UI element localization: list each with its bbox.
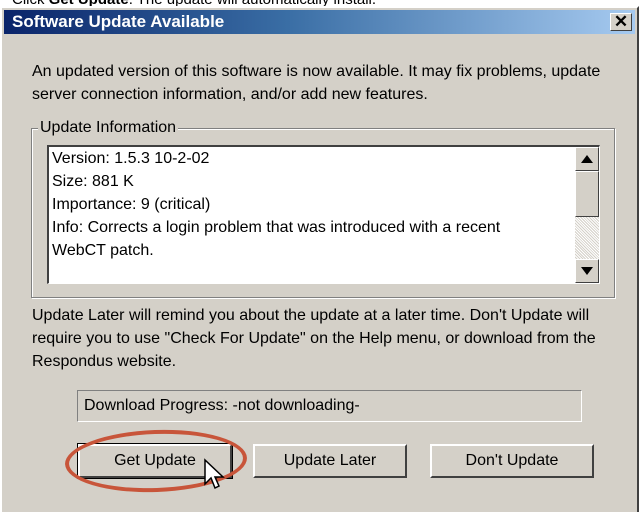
update-info-text: Version: 1.5.3 10-2-02 Size: 881 K Impor… [52, 147, 572, 262]
info-line: Info: Corrects a login problem that was … [52, 219, 501, 236]
vertical-scrollbar[interactable] [575, 147, 599, 283]
mouse-pointer-icon [204, 458, 225, 490]
dont-update-button[interactable]: Don't Update [430, 444, 594, 478]
update-information-label: Update Information [38, 118, 179, 138]
update-later-explanation: Update Later will remind you about the u… [32, 307, 596, 370]
intro-text: An updated version of this software is n… [32, 63, 601, 103]
scroll-up-arrow-icon[interactable] [575, 147, 599, 171]
download-progress-field: Download Progress: -not downloading- [77, 390, 582, 422]
scroll-down-arrow-icon[interactable] [575, 259, 599, 283]
update-later-button[interactable]: Update Later [253, 444, 407, 478]
dialog-title: Software Update Available [12, 12, 225, 31]
update-info-listbox[interactable]: Version: 1.5.3 10-2-02 Size: 881 K Impor… [47, 145, 600, 284]
dialog-titlebar: Software Update Available ✕ [4, 10, 635, 34]
scrollbar-thumb[interactable] [575, 171, 599, 217]
info-line: Importance: 9 (critical) [52, 196, 211, 213]
info-line: Version: 1.5.3 10-2-02 [52, 150, 210, 167]
info-line: WebCT patch. [52, 242, 154, 259]
close-icon[interactable]: ✕ [610, 13, 632, 31]
info-line: Size: 881 K [52, 173, 134, 190]
